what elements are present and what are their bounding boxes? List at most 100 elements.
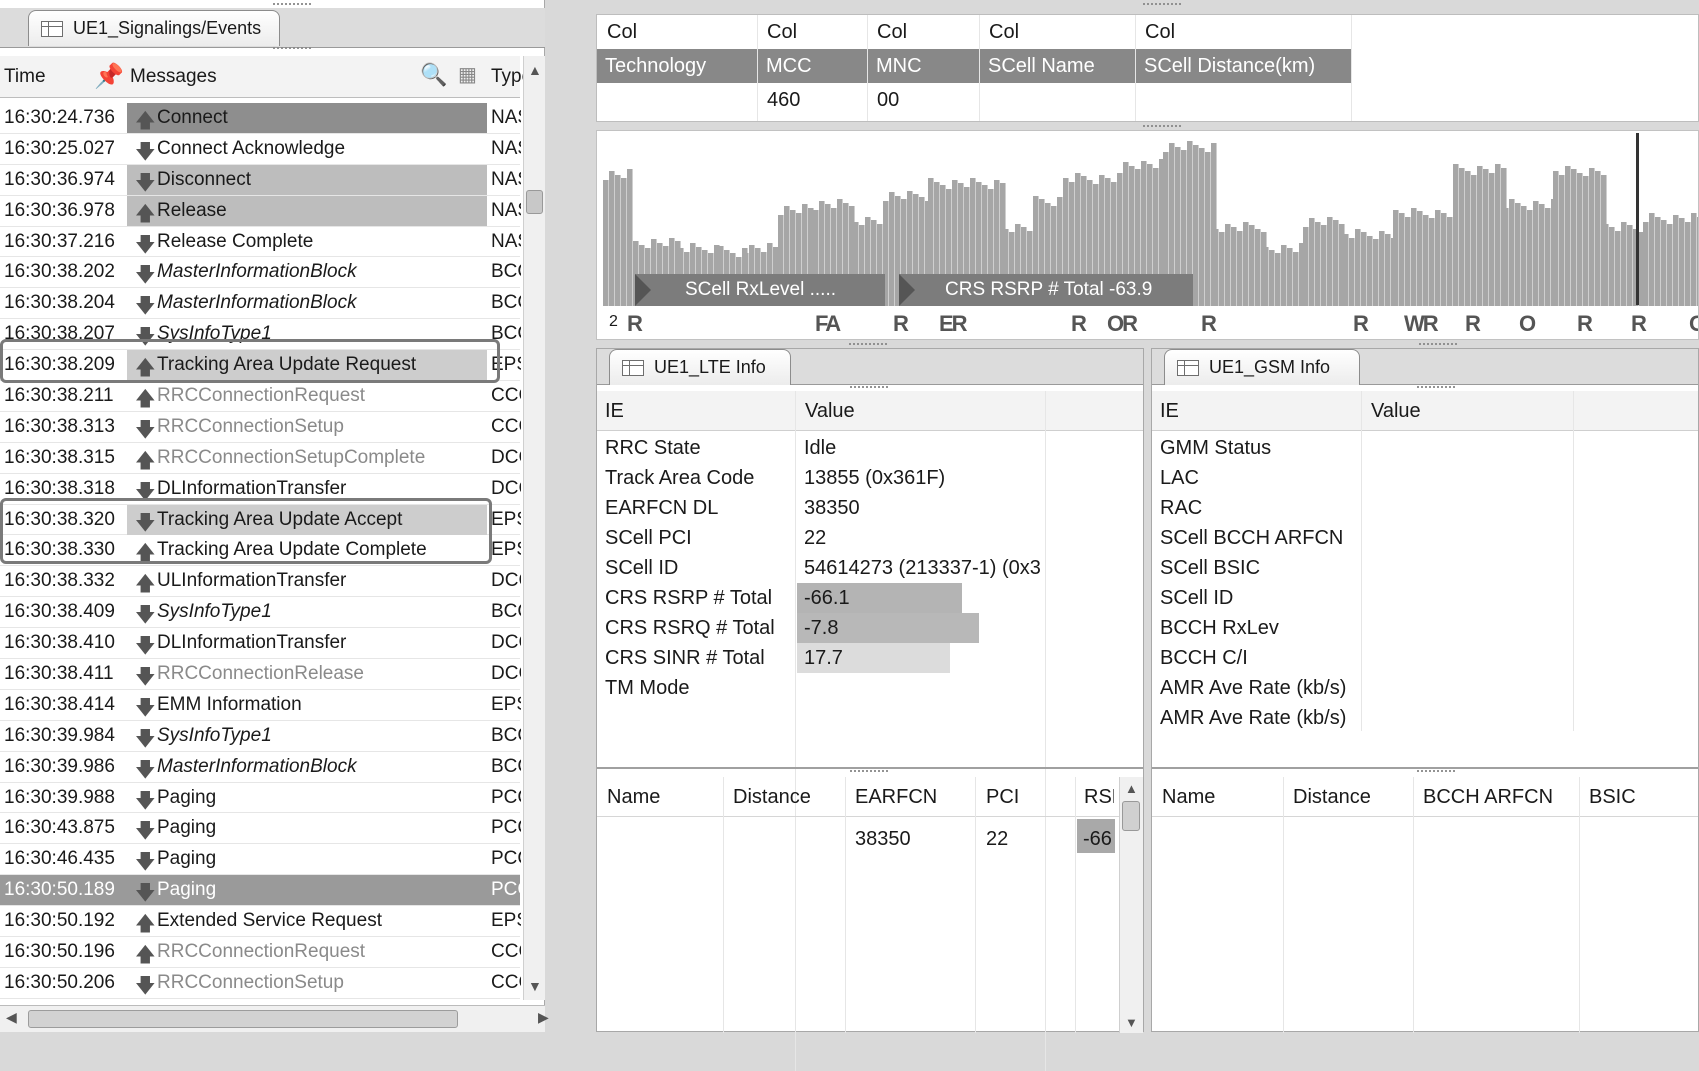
scroll-up-icon[interactable]: ▲ [528,62,542,78]
table-row[interactable]: 16:30:38.315 🡅 RRCConnectionSetupComplete D… [0,443,521,474]
neighbor-pci: 22 [986,828,1009,850]
arrow-down-icon: 🡇 [135,820,156,843]
resize-grip[interactable] [272,2,312,7]
resize-grip[interactable] [1142,124,1182,129]
event-mark[interactable]: R [893,311,909,337]
table-row[interactable]: 16:30:38.411🡇RRCConnectionReleaseDCCH_ [0,659,521,690]
event-mark[interactable]: O [1689,311,1698,337]
table-row[interactable]: 16:30:39.988🡇PagingPCCH [0,783,521,814]
resize-grip[interactable] [1418,342,1458,347]
event-mark[interactable]: R [1201,311,1217,337]
table-row[interactable]: 16:30:46.435🡇PagingPCCH [0,844,521,876]
col-value[interactable]: Value [1371,400,1421,423]
scroll-right-icon[interactable]: ▶ [538,1009,549,1026]
table-row[interactable]: 16:30:38.410🡇DLInformationTransferDCCH_ [0,628,521,660]
tab-signalings-events[interactable]: UE1_Signalings/Events [28,10,280,46]
event-mark[interactable]: R [1577,311,1593,337]
value-mnc: 00 [877,89,900,111]
col-pci[interactable]: PCI [986,786,1019,809]
resize-grip[interactable] [849,769,889,774]
time-cursor[interactable] [1636,133,1639,305]
scroll-down-icon[interactable]: ▼ [528,978,542,994]
event-mark[interactable]: ER [939,311,968,337]
resize-grip[interactable] [1416,385,1456,390]
resize-grip[interactable] [272,46,312,51]
event-mark[interactable]: WR [1404,311,1439,337]
legend-label: SCell RxLevel ..... [685,279,836,300]
table-row[interactable]: 16:30:38.414🡇EMM InformationEPS MM [0,690,521,721]
event-type: CCCH_ [491,385,521,407]
scroll-up-icon[interactable]: ▲ [1125,781,1138,796]
table-row[interactable]: 16:30:36.974🡇DisconnectNAS CC [0,164,521,196]
event-mark[interactable]: R [1353,311,1369,337]
pin-icon[interactable]: 📌 [94,62,124,91]
col-name[interactable]: Name [1162,786,1215,809]
search-icon[interactable]: 🔍 [420,62,447,88]
scroll-thumb[interactable] [526,190,543,214]
event-mark[interactable]: R [1631,311,1647,337]
event-mark-strip: 2 RFARERRORRRWRRORRO [597,307,1698,339]
resize-grip[interactable] [1416,769,1456,774]
table-row[interactable]: 16:30:39.984🡇SysInfoType1BCCH_ [0,721,521,752]
event-mark[interactable]: R [627,311,643,337]
col-messages[interactable]: Messages [130,66,217,88]
table-row[interactable]: 16:30:38.409🡇SysInfoType1BCCH_ [0,597,521,629]
scroll-left-icon[interactable]: ◀ [6,1009,17,1026]
resize-grip[interactable] [848,342,888,347]
lte-info-header: IE Value [597,391,1143,431]
col-label: Col [989,21,1020,43]
lte-info-panel: UE1_LTE Info IE Value RRC State Idle Track… [596,348,1144,1071]
event-mark[interactable]: R [1071,311,1087,337]
horizontal-scrollbar[interactable]: ◀ ▶ [0,1005,549,1032]
columns-icon[interactable]: ▦ [458,62,477,87]
table-row[interactable]: 16:30:50.192🡅Extended Service RequestEPS… [0,906,521,938]
event-message-text: Paging [157,848,217,870]
table-row[interactable]: 16:30:37.216🡇Release CompleteNAS CC [0,227,521,258]
table-row[interactable]: 16:30:38.211🡅RRCConnectionRequestCCCH_ [0,381,521,412]
col-distance[interactable]: Distance [1293,786,1371,809]
tab-lte-info[interactable]: UE1_LTE Info [609,349,791,385]
event-message-text: Paging [157,786,217,808]
col-bsic[interactable]: BSIC [1589,786,1636,809]
table-row[interactable]: 16:30:43.875🡇PagingPCCH [0,813,521,845]
table-row[interactable]: 16:30:38.332🡅ULInformationTransferDCCH_ [0,566,521,598]
table-row[interactable]: 16:30:24.736🡅ConnectNAS CC [0,103,521,134]
event-mark[interactable]: OR [1107,311,1138,337]
event-type: NAS CC [491,107,521,128]
event-message-text: Connect Acknowledge [157,137,346,159]
event-mark[interactable]: R [1465,311,1481,337]
table-row[interactable]: 16:30:50.189🡇PagingPCCH [0,875,521,907]
table-row[interactable]: 16:30:38.204🡇MasterInformationBlockBCCH_ [0,288,521,320]
event-message-text: RRCConnectionSetup [157,971,344,993]
table-row[interactable]: 16:30:25.027🡇Connect AcknowledgeNAS CC [0,134,521,165]
table-row[interactable]: 16:30:39.986🡇MasterInformationBlockBCCH_ [0,752,521,783]
col-bcch-arfcn[interactable]: BCCH ARFCN [1423,786,1553,809]
resize-grip[interactable] [1142,2,1182,7]
col-earfcn[interactable]: EARFCN [855,786,937,809]
table-row[interactable]: 16:30:36.978🡅ReleaseNAS CC [0,195,521,227]
table-row[interactable]: 16:30:50.196🡅RRCConnectionRequestCCCH_ [0,937,521,968]
col-name[interactable]: Name [607,786,660,809]
scroll-down-icon[interactable]: ▼ [1125,1015,1138,1030]
scroll-thumb[interactable] [28,1010,458,1028]
table-row[interactable]: 16:30:38.202🡇MasterInformationBlockBCCH_ [0,257,521,289]
scroll-thumb[interactable] [1122,801,1140,831]
col-time[interactable]: Time [4,66,46,88]
event-mark[interactable]: O [1519,311,1536,337]
table-row[interactable]: 16:30:38.313🡇RRCConnectionSetupCCCH_ [0,412,521,443]
event-time: 16:30:38.313 [4,415,115,437]
resize-grip[interactable] [849,385,889,390]
event-type: EPS MM [491,910,521,932]
vertical-scrollbar[interactable]: ▲ ▼ [523,56,545,1000]
col-rsrp[interactable]: RSF [1084,786,1114,809]
ie-value: 54614273 (213337-1) (0x3 [804,557,1041,579]
ie-label: CRS RSRP # Total [605,587,773,609]
event-mark[interactable]: FA [815,311,841,337]
col-value[interactable]: Value [805,400,855,423]
col-ie[interactable]: IE [1160,400,1179,423]
col-ie[interactable]: IE [605,400,624,423]
table-row[interactable]: 16:30:50.206🡇RRCConnectionSetupCCCH_ [0,968,521,999]
neighbor-scrollbar[interactable]: ▲ ▼ [1119,777,1143,1033]
col-distance[interactable]: Distance [733,786,811,809]
tab-gsm-info[interactable]: UE1_GSM Info [1164,349,1360,385]
